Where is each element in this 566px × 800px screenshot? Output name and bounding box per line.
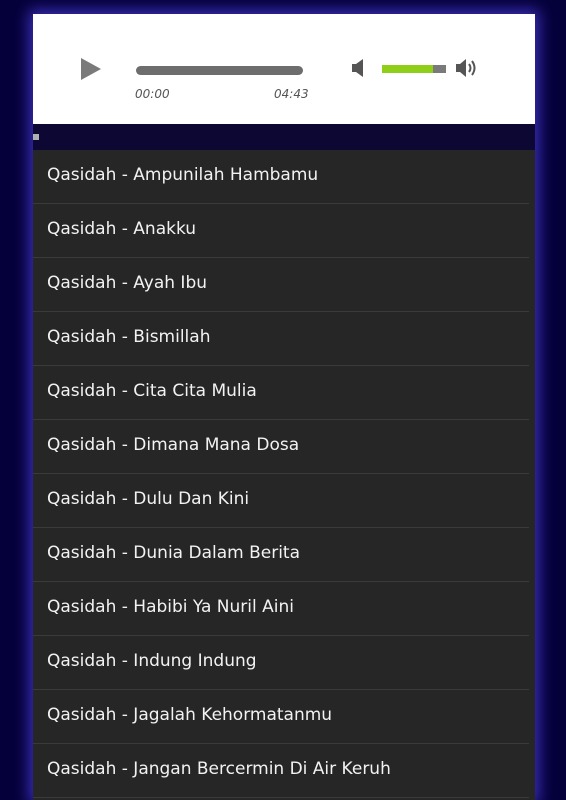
playlist-item[interactable]: Qasidah - Bismillah: [33, 312, 529, 366]
music-player-app: 00:00 04:43 Qasidah - Ampunilah Hambamu Q…: [33, 14, 535, 800]
play-button[interactable]: [79, 56, 103, 82]
play-icon: [81, 58, 101, 80]
track-title: Qasidah - Jangan Bercermin Di Air Keruh: [47, 759, 391, 779]
audio-player: 00:00 04:43: [33, 14, 535, 124]
track-title: Qasidah - Ampunilah Hambamu: [47, 165, 319, 185]
track-title: Qasidah - Habibi Ya Nuril Aini: [47, 597, 294, 617]
track-title: Qasidah - Dunia Dalam Berita: [47, 543, 301, 563]
current-time: 00:00: [135, 87, 170, 101]
max-volume-button[interactable]: [455, 57, 479, 79]
playlist-item[interactable]: Qasidah - Cita Cita Mulia: [33, 366, 529, 420]
mute-button[interactable]: [351, 58, 367, 78]
playlist: Qasidah - Ampunilah Hambamu Qasidah - Ana…: [33, 150, 535, 800]
playlist-item[interactable]: Qasidah - Jangan Bercermin Di Air Keruh: [33, 744, 529, 798]
track-title: Qasidah - Cita Cita Mulia: [47, 381, 257, 401]
playlist-item[interactable]: Qasidah - Habibi Ya Nuril Aini: [33, 582, 529, 636]
playlist-item[interactable]: Qasidah - Dimana Mana Dosa: [33, 420, 529, 474]
volume-slider[interactable]: [382, 65, 446, 73]
track-title: Qasidah - Jagalah Kehormatanmu: [47, 705, 333, 725]
playlist-item[interactable]: Qasidah - Indung Indung: [33, 636, 529, 690]
track-title: Qasidah - Anakku: [47, 219, 197, 239]
track-title: Qasidah - Indung Indung: [47, 651, 257, 671]
seek-bar[interactable]: [136, 66, 303, 75]
total-time: 04:43: [274, 87, 309, 101]
playlist-item[interactable]: Qasidah - Dunia Dalam Berita: [33, 528, 529, 582]
track-title: Qasidah - Bismillah: [47, 327, 211, 347]
playlist-item[interactable]: Qasidah - Ayah Ibu: [33, 258, 529, 312]
track-title: Qasidah - Dimana Mana Dosa: [47, 435, 300, 455]
separator-dot: [33, 134, 39, 140]
playlist-item[interactable]: Qasidah - Ampunilah Hambamu: [33, 150, 529, 204]
playlist-item[interactable]: Qasidah - Dulu Dan Kini: [33, 474, 529, 528]
playlist-item[interactable]: Qasidah - Jagalah Kehormatanmu: [33, 690, 529, 744]
track-title: Qasidah - Ayah Ibu: [47, 273, 208, 293]
playlist-item[interactable]: Qasidah - Anakku: [33, 204, 529, 258]
track-title: Qasidah - Dulu Dan Kini: [47, 489, 250, 509]
speaker-mute-icon: [352, 59, 363, 77]
speaker-volume-icon: [456, 59, 476, 77]
volume-level-fill: [382, 65, 434, 73]
